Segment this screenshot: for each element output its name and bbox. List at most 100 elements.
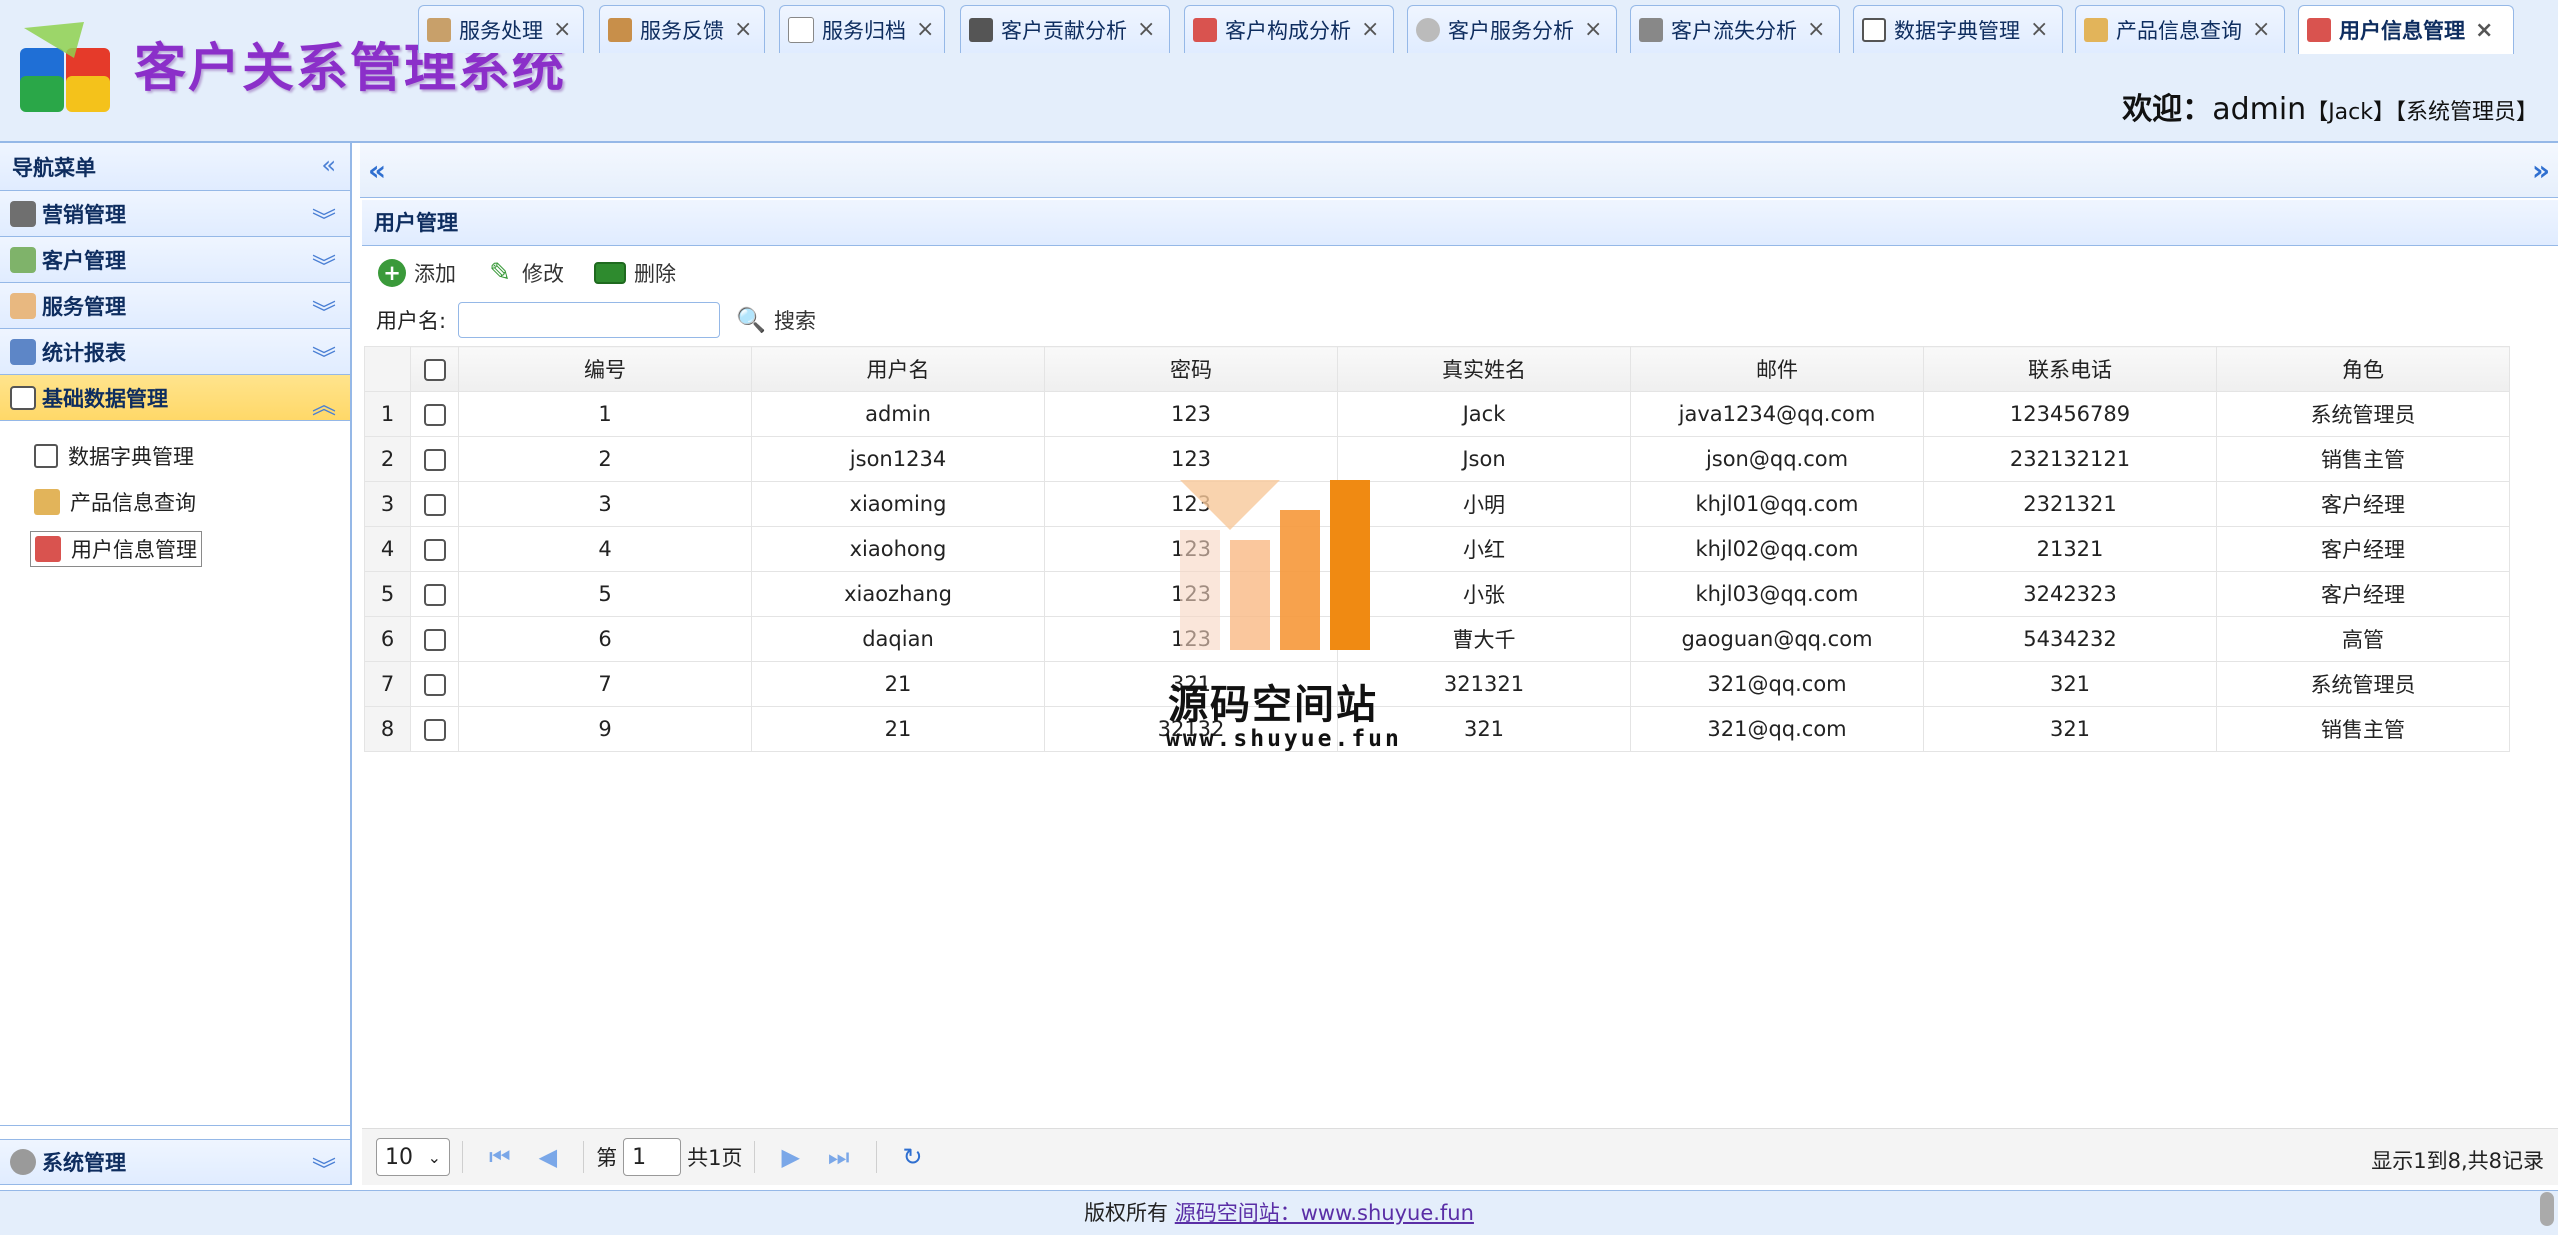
table-row[interactable]: 1 1 admin 123 Jack java1234@qq.com 123456789 系统…: [364, 391, 2510, 437]
tab-dictionary[interactable]: 数据字典管理 ×: [1853, 5, 2063, 53]
table-row[interactable]: 5 5 xiaozhang 123 小张 khjl03@qq.com 3242323 客户经理: [364, 571, 2510, 617]
table-row[interactable]: 7 7 21 321 321321 321@qq.com 321 系统管理员: [364, 661, 2510, 707]
close-icon[interactable]: ×: [2252, 17, 2270, 42]
row-checkbox[interactable]: [423, 539, 446, 561]
sidebar-item-user[interactable]: 用户信息管理: [30, 531, 202, 567]
collapse-sidebar-icon[interactable]: «: [321, 151, 336, 179]
row-number-header: [364, 346, 411, 392]
row-number: 8: [364, 706, 411, 752]
delete-button[interactable]: 删除: [594, 256, 676, 290]
cell-password: 123: [1044, 616, 1338, 662]
nav-group-service[interactable]: 服务管理 ︾: [0, 283, 350, 329]
search-button[interactable]: 🔍 搜索: [736, 305, 816, 335]
edit-label: 修改: [522, 262, 564, 286]
column-header-phone[interactable]: 联系电话: [1923, 346, 2217, 392]
add-button[interactable]: + 添加: [378, 256, 456, 290]
dictionary-icon: [1862, 17, 1886, 42]
username-search-input[interactable]: [458, 302, 721, 338]
tab-service-archive[interactable]: 服务归档 ×: [779, 5, 945, 53]
row-checkbox[interactable]: [423, 404, 446, 426]
cell-phone: 2321321: [1923, 481, 2217, 527]
sidebar-item-dictionary[interactable]: 数据字典管理: [30, 439, 198, 473]
cell-realname: 321321: [1337, 661, 1631, 707]
table-row[interactable]: 3 3 xiaoming 123 小明 khjl01@qq.com 2321321 客户经理: [364, 481, 2510, 527]
nav-group-report[interactable]: 统计报表 ︾: [0, 329, 350, 375]
nav-group-base-data[interactable]: 基础数据管理 ︽: [0, 375, 350, 421]
cell-phone: 123456789: [1923, 391, 2217, 437]
close-icon[interactable]: ×: [1807, 17, 1825, 42]
nav-group-system[interactable]: 系统管理 ︾: [0, 1139, 350, 1185]
column-header-role[interactable]: 角色: [2216, 346, 2510, 392]
composition-icon: [1193, 17, 1217, 42]
row-checkbox[interactable]: [423, 674, 446, 696]
cell-realname: 小明: [1337, 481, 1631, 527]
next-page-icon[interactable]: ▶: [781, 1143, 799, 1171]
chevron-up-icon: ︽: [312, 391, 336, 419]
footer-link[interactable]: 源码空间站：www.shuyue.fun: [1175, 1201, 1474, 1225]
column-header-email[interactable]: 邮件: [1630, 346, 1924, 392]
row-checkbox[interactable]: [423, 719, 446, 741]
close-icon[interactable]: ×: [2475, 18, 2493, 43]
row-checkbox[interactable]: [423, 629, 446, 651]
column-header-username[interactable]: 用户名: [751, 346, 1045, 392]
tab-bar: « »: [360, 143, 2558, 198]
tab-scroll-right-icon[interactable]: »: [2524, 143, 2558, 197]
tab-service-handle[interactable]: 服务处理 ×: [418, 5, 584, 53]
scrollbar[interactable]: [2540, 1192, 2554, 1226]
page-total: 共1页: [687, 1146, 743, 1170]
row-checkbox[interactable]: [423, 584, 446, 606]
tab-product[interactable]: 产品信息查询 ×: [2075, 5, 2285, 53]
refresh-icon[interactable]: ↻: [903, 1143, 923, 1171]
close-icon[interactable]: ×: [553, 17, 571, 42]
close-icon[interactable]: ×: [2030, 17, 2048, 42]
close-icon[interactable]: ×: [1584, 17, 1602, 42]
table-row[interactable]: 8 9 21 32132 321 321@qq.com 321 销售主管: [364, 706, 2510, 752]
first-page-icon[interactable]: ⏮: [489, 1143, 511, 1171]
row-checkbox-cell: [410, 526, 459, 572]
row-checkbox-cell: [410, 571, 459, 617]
prev-page-icon[interactable]: ◀: [539, 1143, 557, 1171]
tab-service-analysis[interactable]: 客户服务分析 ×: [1407, 5, 1617, 53]
panel-title: 用户管理: [362, 200, 2558, 246]
column-header-realname[interactable]: 真实姓名: [1337, 346, 1631, 392]
cell-password: 123: [1044, 391, 1338, 437]
edit-button[interactable]: ✎ 修改: [486, 256, 564, 290]
row-checkbox-cell: [410, 391, 459, 437]
cell-email: khjl02@qq.com: [1630, 526, 1924, 572]
row-number: 6: [364, 616, 411, 662]
row-checkbox[interactable]: [423, 494, 446, 516]
close-icon[interactable]: ×: [1137, 17, 1155, 42]
tab-scroll-left-icon[interactable]: «: [360, 143, 394, 197]
nav-group-label: 基础数据管理: [42, 386, 168, 411]
tab-service-feedback[interactable]: 服务反馈 ×: [599, 5, 765, 53]
cell-id: 3: [458, 481, 752, 527]
cell-password: 123: [1044, 526, 1338, 572]
column-header-id[interactable]: 编号: [458, 346, 752, 392]
sidebar-item-product[interactable]: 产品信息查询: [30, 485, 200, 519]
tab-label: 客户服务分析: [1448, 18, 1574, 43]
nav-group-marketing[interactable]: 营销管理 ︾: [0, 191, 350, 237]
table-row[interactable]: 6 6 daqian 123 曹大千 gaoguan@qq.com 5434232 高管: [364, 616, 2510, 662]
nav-group-customer[interactable]: 客户管理 ︾: [0, 237, 350, 283]
table-row[interactable]: 2 2 json1234 123 Json json@qq.com 232132121 销售主…: [364, 436, 2510, 482]
page-number-input[interactable]: 1: [623, 1138, 682, 1176]
tab-churn-analysis[interactable]: 客户流失分析 ×: [1630, 5, 1840, 53]
cell-role: 销售主管: [2216, 706, 2510, 752]
tab-user-info[interactable]: 用户信息管理 ×: [2298, 5, 2514, 54]
page-size-select[interactable]: 10 ⌄: [376, 1138, 450, 1176]
tab-composition-analysis[interactable]: 客户构成分析 ×: [1184, 5, 1394, 53]
close-icon[interactable]: ×: [1361, 17, 1379, 42]
table-row[interactable]: 4 4 xiaohong 123 小红 khjl02@qq.com 21321 客户经理: [364, 526, 2510, 572]
close-icon[interactable]: ×: [734, 17, 752, 42]
cell-email: 321@qq.com: [1630, 706, 1924, 752]
select-all-checkbox[interactable]: [423, 359, 446, 381]
tab-contribution-analysis[interactable]: 客户贡献分析 ×: [960, 5, 1170, 53]
last-page-icon[interactable]: ⏭: [828, 1143, 850, 1171]
column-header-password[interactable]: 密码: [1044, 346, 1338, 392]
row-checkbox-cell: [410, 436, 459, 482]
close-icon[interactable]: ×: [916, 17, 934, 42]
search-row: 用户名: 🔍 搜索: [376, 300, 816, 340]
row-checkbox[interactable]: [423, 449, 446, 471]
cell-phone: 21321: [1923, 526, 2217, 572]
cell-username: 21: [751, 706, 1045, 752]
